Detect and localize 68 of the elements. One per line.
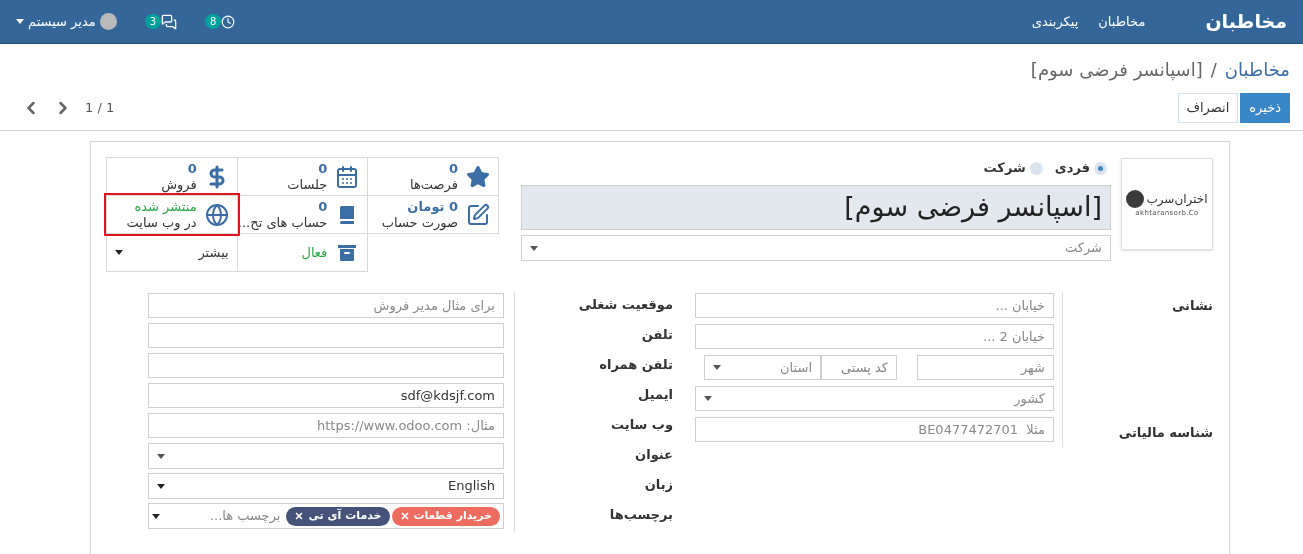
logo-mark-icon	[1126, 189, 1145, 208]
caret-icon	[16, 19, 24, 24]
radio-button[interactable]	[1029, 161, 1043, 175]
discard-button[interactable]: انصراف	[1177, 93, 1239, 123]
notification-badge: 3	[144, 14, 162, 29]
smart-button[interactable]: 0 تومان صورت حساب	[367, 195, 499, 234]
text-field[interactable]: sdf@kdsjf.com	[148, 383, 504, 408]
notification-badge: 8	[205, 14, 222, 29]
field-label: شناسه مالیاتی	[1118, 424, 1213, 442]
calendar-icon	[335, 164, 360, 189]
chat-icon	[161, 13, 178, 30]
country-select[interactable]: کشور	[695, 386, 1054, 411]
menu-item[interactable]: پیکربندی	[1031, 11, 1079, 32]
star-icon	[466, 164, 490, 189]
breadcrumb-current: [اسپانسر فرضی سوم]	[1030, 58, 1203, 83]
user-name: مدیر سیستم	[28, 12, 96, 32]
edit-icon	[466, 202, 490, 227]
name-field[interactable]: [اسپانسر فرضی سوم]	[521, 185, 1111, 230]
caret-icon	[115, 250, 123, 255]
text-field[interactable]	[148, 323, 504, 348]
text-field[interactable]: برای مثال مدیر فروش	[148, 293, 504, 318]
company-select[interactable]: شرکت	[521, 235, 1111, 261]
remove-icon[interactable]	[294, 511, 305, 521]
select-field[interactable]: English	[148, 473, 504, 499]
text-field[interactable]	[148, 353, 504, 378]
breadcrumb-separator: /	[1210, 58, 1217, 82]
avatar	[99, 13, 117, 30]
field-label: زبان	[644, 477, 673, 492]
clock-icon	[221, 14, 236, 29]
pager-value: 1 / 1	[85, 99, 115, 118]
field-label: موقعیت شغلی	[578, 297, 673, 312]
menu-item[interactable]: مخاطبان	[1098, 11, 1146, 32]
tag: خریدار قطعات	[391, 506, 500, 526]
tag: خدمات آی تی	[286, 506, 390, 526]
caret-icon	[152, 513, 160, 519]
text-field[interactable]: مثال: https://www.odoo.com	[148, 413, 504, 438]
field-label: ایمیل	[638, 387, 673, 402]
tags-field[interactable]: خریدار قطعات خدمات آی تی برچسب ها...	[148, 503, 504, 529]
breadcrumb-link[interactable]: مخاطبان	[1224, 56, 1290, 83]
user-menu[interactable]: مدیر سیستم	[16, 11, 117, 32]
tax-id-field[interactable]: مثلا BE0477472701	[695, 417, 1054, 442]
caret-icon	[157, 453, 165, 459]
field-label: وب سایت	[611, 417, 673, 432]
radio-option[interactable]: فردی	[1054, 158, 1107, 178]
more-button[interactable]: بیشتر	[106, 233, 238, 272]
street-field[interactable]: خیابان ...	[695, 293, 1054, 318]
radio-button[interactable]	[1094, 161, 1107, 175]
street-field[interactable]: خیابان 2 ...	[695, 324, 1054, 349]
field-label: نشانی	[1171, 298, 1213, 313]
field-label: تلفن همراه	[599, 357, 673, 372]
select-field[interactable]	[148, 443, 504, 469]
save-button[interactable]: ذخیره	[1240, 93, 1290, 123]
field-label: عنوان	[635, 447, 673, 462]
radio-option[interactable]: شرکت	[983, 158, 1043, 178]
tags-placeholder: برچسب ها...	[209, 507, 282, 526]
logo-name: اختران‌سرب	[1146, 190, 1208, 208]
globe-icon	[204, 202, 229, 227]
city-field[interactable]: شهر	[917, 355, 1054, 380]
app-title[interactable]: مخاطبان	[1205, 7, 1287, 36]
field-label: برچسب‌ها	[609, 507, 673, 522]
field-label: تلفن	[641, 327, 673, 342]
zip-field[interactable]: کد پستی	[821, 355, 897, 380]
caret-icon	[530, 245, 538, 251]
caret-icon	[704, 396, 712, 401]
caret-icon	[157, 483, 165, 489]
caret-icon	[713, 365, 721, 370]
state-select[interactable]: استان	[704, 355, 821, 380]
smart-button[interactable]: منتشر شده در وب سایت	[106, 195, 238, 234]
